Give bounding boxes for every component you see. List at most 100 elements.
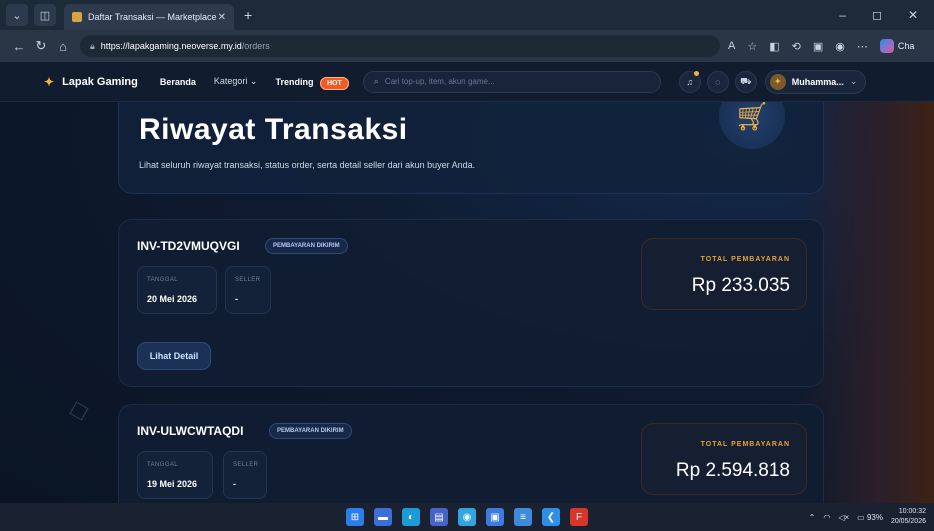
filezilla-icon[interactable]: F [570, 508, 588, 526]
tray-chevron-icon[interactable]: ⌃ [809, 513, 816, 522]
date-value: 20 Mei 2026 [147, 294, 198, 304]
back-arrow-icon[interactable]: ← [8, 39, 30, 54]
avatar: ✦ [769, 73, 786, 90]
hero-card: Riwayat Transaksi Lihat seluruh riwayat … [118, 102, 824, 194]
brand-name: Lapak Gaming [62, 75, 138, 88]
notification-bell-button[interactable]: ♫ [678, 70, 701, 93]
notification-dot [693, 70, 699, 76]
date-value: 19 Mei 2026 [147, 479, 198, 489]
favorite-star-icon[interactable]: ☆ [747, 40, 757, 53]
cart-button[interactable]: ⛟ [734, 70, 757, 93]
clock-time: 10:00:32 [898, 508, 926, 515]
nav-kategori[interactable]: Kategori ⌄ [214, 76, 258, 87]
header-icons: ♫ ◌ ⛟ [678, 70, 757, 93]
more-menu-icon[interactable]: ⋯ [857, 40, 868, 53]
chevron-down-icon: ⌄ [249, 76, 258, 86]
view-detail-button[interactable]: Lihat Detail [137, 342, 211, 370]
nav-trending[interactable]: Trending HOT [275, 76, 349, 90]
user-menu[interactable]: ✦ Muhamma... ⌄ [764, 69, 867, 94]
close-window-button[interactable]: ✕ [908, 8, 918, 22]
file-explorer-icon[interactable]: ▬ [374, 508, 392, 526]
notes-icon[interactable]: ≡ [514, 508, 532, 526]
copilot-logo-icon [879, 39, 894, 53]
lock-icon: 🔒︎ [90, 40, 95, 51]
wifi-icon[interactable]: ◠ [823, 513, 830, 522]
nav-beranda[interactable]: Beranda [160, 77, 196, 87]
total-payment-box: TOTAL PEMBAYARAN Rp 233.035 [641, 238, 807, 310]
window-controls: – ◻ ✕ [839, 8, 934, 22]
date-label: TANGGAL [147, 462, 179, 468]
volume-icon[interactable]: ◁× [838, 513, 849, 522]
chat-button[interactable]: ◌ [706, 70, 729, 93]
copilot-label: Cha [897, 41, 915, 51]
main-content[interactable]: Riwayat Transaksi Lihat seluruh riwayat … [0, 102, 934, 503]
tab-actions-chevron-icon[interactable]: ⌄ [6, 4, 28, 26]
site-favicon-icon [72, 12, 82, 22]
read-aloud-icon[interactable]: A [728, 40, 735, 52]
tab-close-icon[interactable]: ✕ [218, 12, 226, 23]
order-card: INV-TD2VMUQVGI PEMBAYARAN DIKIRIM TANGGA… [118, 219, 824, 387]
home-icon[interactable]: ⌂ [52, 39, 74, 54]
chrome-icon[interactable]: ◉ [458, 508, 476, 526]
search-input[interactable]: ⌕ Cari top-up, item, akun game... [362, 70, 661, 93]
search-icon: ⌕ [373, 76, 379, 86]
user-name: Muhamma... [791, 76, 844, 87]
chat-icon: ◌ [715, 76, 721, 87]
workspaces-icon[interactable]: ◫ [34, 4, 56, 26]
seller-label: SELLER [233, 462, 259, 468]
browser-tab-active[interactable]: Daftar Transaksi — Marketplace G ✕ [64, 4, 234, 30]
hot-badge: HOT [319, 76, 349, 90]
brand-logo-icon: ✦ [44, 74, 55, 89]
date-box: TANGGAL 20 Mei 2026 [137, 266, 217, 314]
windows-start-icon[interactable]: ⊞ [346, 508, 364, 526]
invoice-number: INV-ULWCWTAQDI [137, 424, 244, 438]
status-badge: PEMBAYARAN DIKIRIM [269, 423, 352, 439]
cart-icon: ⛟ [740, 75, 752, 86]
battery-percent: 93% [866, 512, 883, 522]
date-box: TANGGAL 19 Mei 2026 [137, 451, 213, 499]
seller-value: - [235, 294, 238, 304]
main-nav: Beranda Kategori ⌄ Trending HOT [160, 76, 349, 90]
os-taskbar: ⊞ ▬ ◐ ▤ ◉ ▣ ≡ ❮ F ⌃ ◠ ◁× ▭ 93% 10:00:32 … [0, 503, 934, 531]
seller-box: SELLER - [223, 451, 267, 499]
history-icon[interactable]: ⟲ [792, 40, 801, 53]
vscode-icon[interactable]: ❮ [542, 508, 560, 526]
brand-logo-link[interactable]: ✦ Lapak Gaming [44, 75, 138, 89]
seller-box: SELLER - [225, 266, 271, 314]
total-payment-box: TOTAL PEMBAYARAN Rp 2.594.818 [641, 423, 807, 495]
nav-kategori-label: Kategori [213, 76, 248, 86]
taskbar-apps: ⊞ ▬ ◐ ▤ ◉ ▣ ≡ ❮ F [346, 508, 588, 526]
shopping-cart-illustration-icon: 🛒︎ [719, 102, 785, 149]
url-host: https://lapakgaming.neoverse.my.id [100, 41, 242, 51]
browser-toolbar-icons: A ☆ ◧ ⟲ ▣ ◉ ⋯ Cha [728, 39, 914, 53]
nav-trending-label: Trending [275, 76, 314, 87]
url-path: /orders [241, 41, 270, 51]
search-placeholder: Cari top-up, item, akun game... [384, 77, 495, 86]
battery-indicator[interactable]: ▭ 93% [857, 513, 883, 522]
minimize-button[interactable]: – [839, 8, 846, 22]
browser-tab-bar: ⌄ ◫ Daftar Transaksi — Marketplace G ✕ +… [0, 0, 934, 30]
seller-label: SELLER [235, 277, 261, 283]
page-title: Riwayat Transaksi [139, 113, 408, 146]
date-label: TANGGAL [147, 277, 179, 283]
collections-icon[interactable]: ▣ [813, 40, 823, 53]
store-icon[interactable]: ▤ [430, 508, 448, 526]
bell-icon: ♫ [686, 76, 694, 87]
edge-browser-icon[interactable]: ◐ [402, 508, 420, 526]
new-tab-button[interactable]: + [244, 7, 252, 23]
total-value: Rp 2.594.818 [675, 460, 790, 481]
url-field[interactable]: 🔒︎ https://lapakgaming.neoverse.my.id/or… [80, 35, 720, 57]
address-bar-row: ← ↻ ⌂ 🔒︎ https://lapakgaming.neoverse.my… [0, 30, 934, 62]
total-value: Rp 233.035 [691, 275, 790, 296]
total-label: TOTAL PEMBAYARAN [700, 256, 790, 263]
refresh-icon[interactable]: ↻ [30, 38, 52, 54]
maximize-button[interactable]: ◻ [872, 8, 882, 22]
terminal-icon[interactable]: ▣ [486, 508, 504, 526]
tab-title: Daftar Transaksi — Marketplace G [88, 12, 218, 22]
extensions-icon[interactable]: ◧ [769, 40, 779, 53]
copilot-button[interactable]: Cha [879, 39, 915, 53]
status-badge: PEMBAYARAN DIKIRIM [265, 238, 348, 254]
clock[interactable]: 10:00:32 20/05/2026 [891, 507, 926, 527]
profile-icon[interactable]: ◉ [835, 40, 845, 53]
total-label: TOTAL PEMBAYARAN [700, 441, 790, 448]
